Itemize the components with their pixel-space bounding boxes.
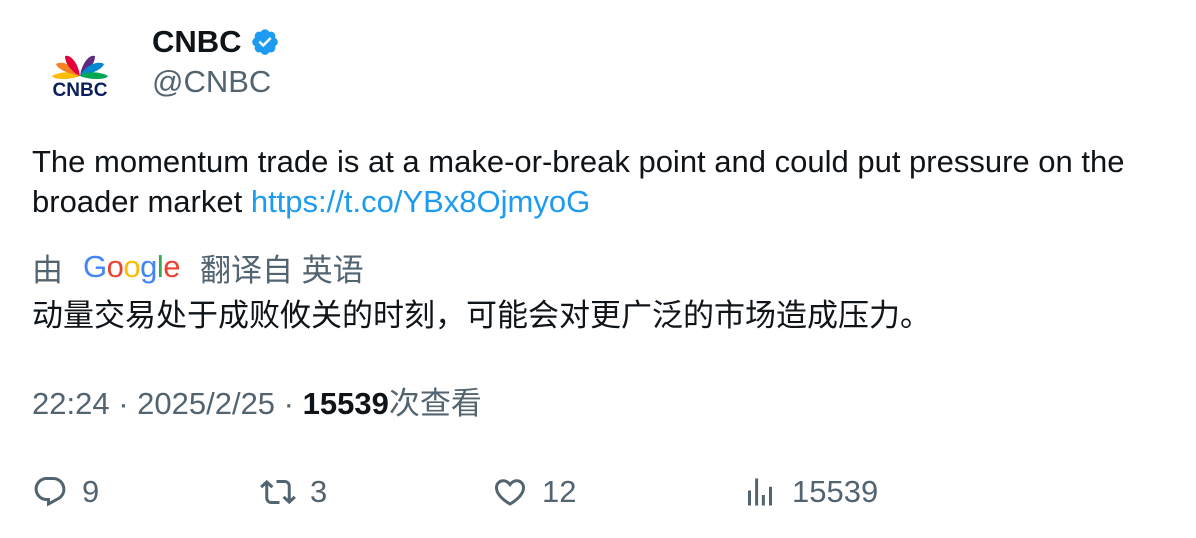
author-name[interactable]: CNBC (152, 22, 242, 62)
views-label: 次查看 (388, 386, 482, 421)
reply-button[interactable]: 9 (32, 470, 99, 514)
avatar[interactable]: CNBC (32, 24, 128, 120)
google-logo-letter: o (123, 249, 141, 284)
google-logo[interactable]: Google (83, 249, 181, 285)
translated-text: 动量交易处于成败攸关的时刻，可能会对更广泛的市场造成压力。 (32, 298, 931, 333)
reply-count: 9 (82, 474, 100, 509)
meta-separator: · (109, 386, 138, 421)
tweet-text: The momentum trade is at a make-or-break… (32, 142, 1172, 222)
google-logo-letter: o (106, 249, 124, 284)
views-button[interactable]: 15539 (742, 470, 878, 514)
google-logo-letter: g (140, 249, 157, 284)
meta-separator: · (275, 386, 303, 421)
tweet-time[interactable]: 22:24 (32, 386, 110, 421)
cnbc-peacock-logo: CNBC (52, 50, 108, 101)
views-total: 15539 (792, 474, 879, 509)
google-logo-letter: G (83, 249, 107, 284)
retweet-button[interactable]: 3 (260, 470, 327, 514)
tweet-meta: 22:24 · 2025/2/25 · 15539次查看 (32, 384, 482, 424)
action-bar: 9 3 12 15539 (32, 470, 1172, 514)
translation-prefix: 由 (32, 252, 63, 288)
like-button[interactable]: 12 (492, 470, 576, 514)
views-count: 15539 (302, 386, 389, 421)
heart-icon (492, 474, 528, 510)
retweet-count: 3 (310, 474, 328, 509)
google-logo-letter: e (163, 249, 181, 284)
google-logo-text: Google (83, 249, 181, 285)
reply-icon (32, 474, 68, 510)
like-count: 12 (542, 474, 577, 509)
translation-attribution: 由 Google 翻译自 英语 (32, 246, 364, 288)
tweet-link[interactable]: https://t.co/YBx8OjmyoG (251, 184, 590, 219)
retweet-icon (260, 474, 296, 510)
author-handle[interactable]: @CNBC (152, 62, 271, 102)
tweet-date[interactable]: 2025/2/25 (137, 386, 275, 421)
verified-badge-icon (250, 27, 280, 57)
views-bar-chart-icon (742, 474, 778, 510)
svg-text:CNBC: CNBC (53, 80, 108, 101)
author-name-row: CNBC (152, 22, 280, 62)
translation-suffix: 翻译自 英语 (200, 252, 364, 288)
